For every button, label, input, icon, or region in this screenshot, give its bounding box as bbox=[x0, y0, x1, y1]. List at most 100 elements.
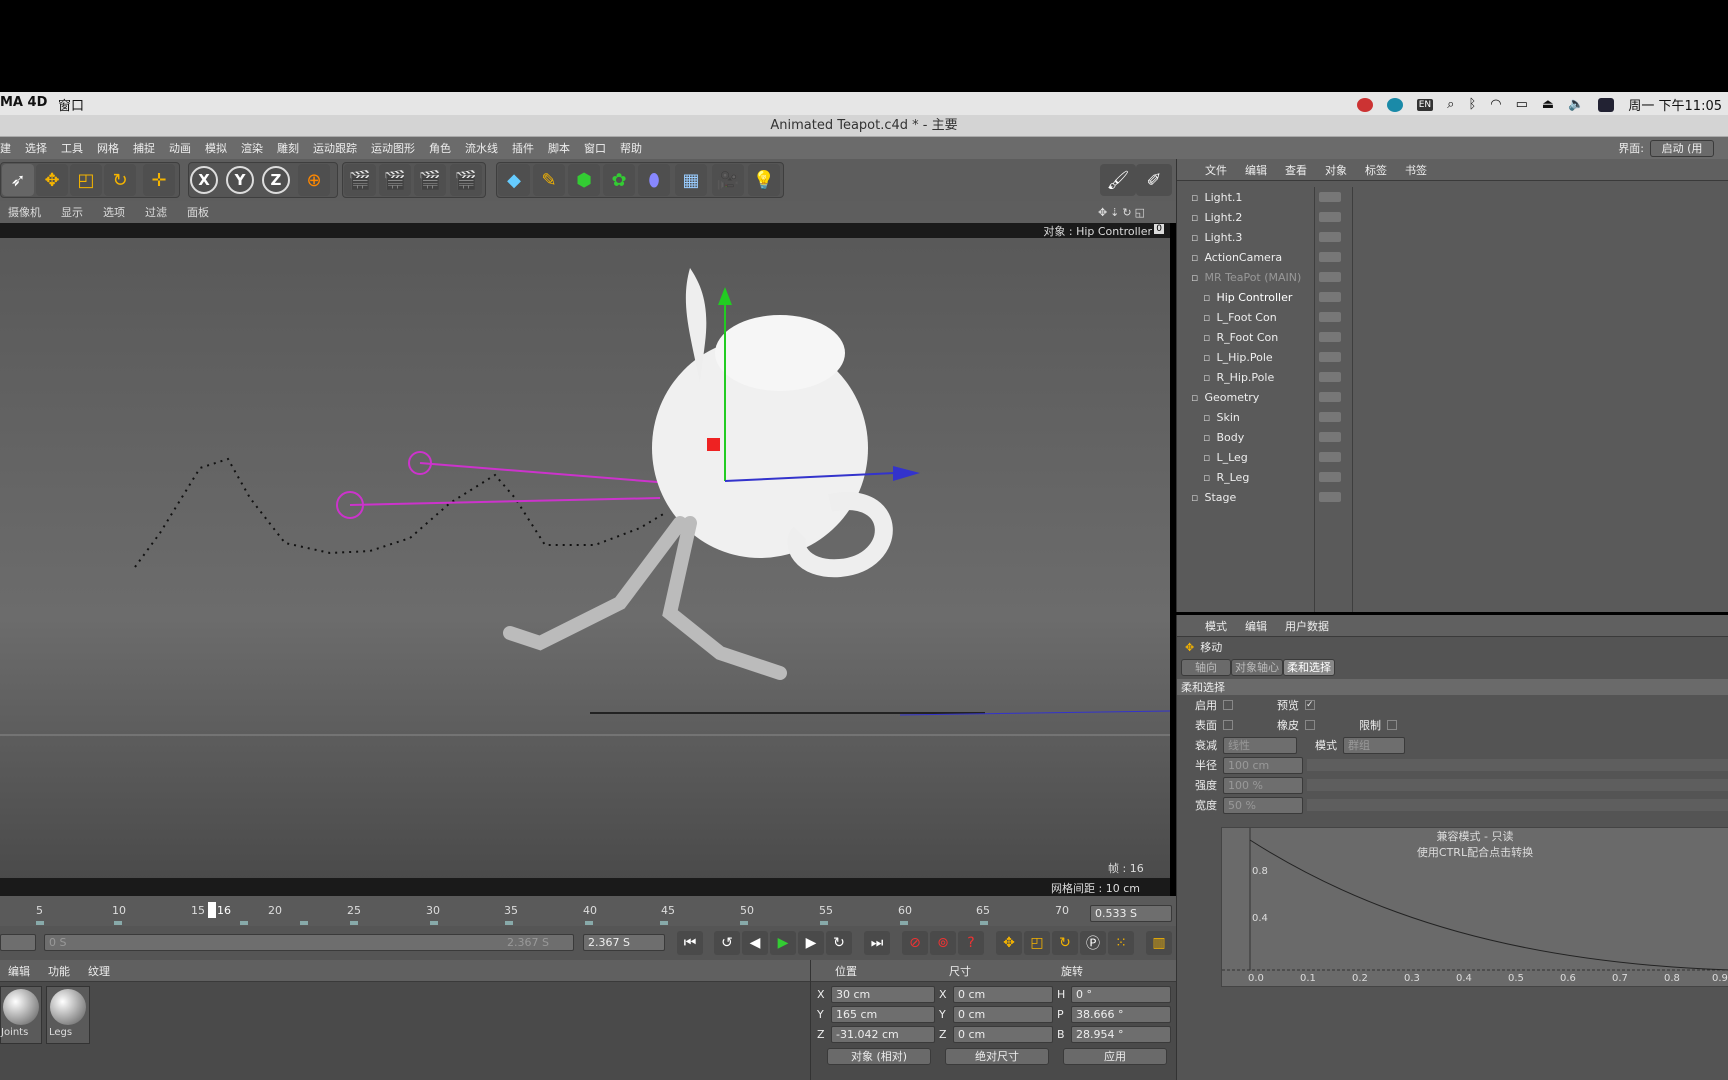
cube-icon[interactable]: ◆ bbox=[498, 164, 530, 196]
width-slider[interactable] bbox=[1307, 799, 1728, 811]
record-icon[interactable] bbox=[1356, 97, 1373, 112]
visibility-dots[interactable] bbox=[1319, 372, 1341, 382]
3d-viewport[interactable] bbox=[0, 223, 1170, 881]
size-x-field[interactable]: 0 cm bbox=[953, 985, 1053, 1003]
cloner-icon[interactable]: ✿ bbox=[603, 164, 635, 196]
bluetooth-icon[interactable]: ᛒ bbox=[1468, 97, 1476, 112]
position-y-field[interactable]: 165 cm bbox=[831, 1005, 935, 1023]
size-y-field[interactable]: 0 cm bbox=[953, 1005, 1053, 1023]
attr-menu-edit[interactable]: 编辑 bbox=[1245, 618, 1267, 634]
end-time-field[interactable]: 2.367 S bbox=[583, 934, 665, 951]
prev-key-icon[interactable]: ↺ bbox=[714, 931, 740, 955]
falloff-graph[interactable]: 兼容模式 - 只读 使用CTRL配合点击转换 0.8 0.4 0.0 0.1 0… bbox=[1221, 827, 1728, 987]
object-row[interactable]: ▫ Skin bbox=[1177, 407, 1728, 427]
om-menu-file[interactable]: 文件 bbox=[1205, 162, 1227, 178]
menu-item[interactable]: 建 bbox=[0, 140, 11, 156]
visibility-dots[interactable] bbox=[1319, 392, 1341, 402]
viewport-menu-camera[interactable]: 摄像机 bbox=[8, 204, 41, 220]
visibility-dots[interactable] bbox=[1319, 492, 1341, 502]
enable-checkbox[interactable] bbox=[1223, 700, 1233, 710]
object-row[interactable]: ▫ L_Hip.Pole bbox=[1177, 347, 1728, 367]
rotate-tool-icon[interactable]: ↻ bbox=[104, 164, 136, 196]
material-menu-texture[interactable]: 纹理 bbox=[88, 963, 110, 979]
object-row[interactable]: ▫ Geometry bbox=[1177, 387, 1728, 407]
menu-item[interactable]: 渲染 bbox=[241, 140, 263, 156]
key-param-icon[interactable]: Ⓟ bbox=[1080, 931, 1106, 955]
keyframe-marker[interactable] bbox=[350, 921, 358, 925]
om-menu-edit[interactable]: 编辑 bbox=[1245, 162, 1267, 178]
visibility-dots[interactable] bbox=[1319, 292, 1341, 302]
record-key-icon[interactable]: ⊘ bbox=[902, 931, 928, 955]
strength-slider[interactable] bbox=[1307, 779, 1728, 791]
keyframe-marker[interactable] bbox=[114, 921, 122, 925]
visibility-dots[interactable] bbox=[1319, 252, 1341, 262]
keyframe-marker[interactable] bbox=[240, 921, 248, 925]
width-field[interactable]: 50 % bbox=[1223, 796, 1303, 814]
keyframe-marker[interactable] bbox=[505, 921, 513, 925]
rotation-b-field[interactable]: 28.954 ° bbox=[1071, 1025, 1171, 1043]
material-menu-edit[interactable]: 编辑 bbox=[8, 963, 30, 979]
keyframe-marker[interactable] bbox=[430, 921, 438, 925]
prev-frame-icon[interactable]: ◀ bbox=[742, 931, 768, 955]
object-row[interactable]: ▫ ActionCamera bbox=[1177, 247, 1728, 267]
object-row[interactable]: ▫ Hip Controller bbox=[1177, 287, 1728, 307]
playhead[interactable] bbox=[208, 902, 216, 918]
deformer-icon[interactable]: ⬮ bbox=[638, 164, 670, 196]
next-key-icon[interactable]: ↻ bbox=[826, 931, 852, 955]
menu-item[interactable]: 角色 bbox=[429, 140, 451, 156]
visibility-dots[interactable] bbox=[1319, 472, 1341, 482]
current-time-field[interactable]: 0.533 S bbox=[1090, 905, 1172, 922]
clock[interactable]: 周一 下午11:05 bbox=[1628, 95, 1722, 114]
z-axis-lock-icon[interactable]: Z bbox=[262, 166, 290, 194]
attr-menu-userdata[interactable]: 用户数据 bbox=[1285, 618, 1329, 634]
goto-start-icon[interactable]: ⏮ bbox=[677, 931, 703, 955]
volume-icon[interactable]: 🔈 bbox=[1568, 97, 1584, 112]
keyframe-marker[interactable] bbox=[36, 921, 44, 925]
airplay-icon[interactable]: ▭ bbox=[1516, 97, 1528, 112]
coord-mode-dropdown[interactable]: 对象 (相对) bbox=[827, 1047, 931, 1065]
keyframe-marker[interactable] bbox=[900, 921, 908, 925]
wifi-icon[interactable]: ◠ bbox=[1490, 97, 1501, 112]
goto-end-icon[interactable]: ⏭ bbox=[864, 931, 890, 955]
next-frame-icon[interactable]: ▶ bbox=[798, 931, 824, 955]
keyframe-marker[interactable] bbox=[660, 921, 668, 925]
falloff-dropdown[interactable]: 线性 bbox=[1223, 736, 1297, 754]
window-menu[interactable]: 窗口 bbox=[58, 95, 84, 114]
object-row[interactable]: ▫ L_Leg bbox=[1177, 447, 1728, 467]
attr-menu-mode[interactable]: 模式 bbox=[1205, 618, 1227, 634]
menu-item[interactable]: 模拟 bbox=[205, 140, 227, 156]
visibility-dots[interactable] bbox=[1319, 192, 1341, 202]
world-coord-icon[interactable]: ⊕ bbox=[298, 164, 330, 196]
subdivision-icon[interactable]: ⬢ bbox=[568, 164, 600, 196]
tab-soft-selection[interactable]: 柔和选择 bbox=[1283, 658, 1335, 676]
visibility-dots[interactable] bbox=[1319, 432, 1341, 442]
viewport-menu-options[interactable]: 选项 bbox=[103, 204, 125, 220]
menu-item[interactable]: 帮助 bbox=[620, 140, 642, 156]
menu-item[interactable]: 动画 bbox=[169, 140, 191, 156]
render-picture-viewer-icon[interactable]: 🎬 bbox=[414, 164, 446, 196]
radius-slider[interactable] bbox=[1307, 759, 1728, 771]
key-position-icon[interactable]: ✥ bbox=[996, 931, 1022, 955]
menu-item[interactable]: 选择 bbox=[25, 140, 47, 156]
visibility-dots[interactable] bbox=[1319, 212, 1341, 222]
visibility-dots[interactable] bbox=[1319, 232, 1341, 242]
viewport-menu-filter[interactable]: 过滤 bbox=[145, 204, 167, 220]
floor-icon[interactable]: ▦ bbox=[675, 164, 707, 196]
keyframe-marker[interactable] bbox=[980, 921, 988, 925]
render-settings-icon[interactable]: 🎬 bbox=[450, 164, 482, 196]
keyframe-marker[interactable] bbox=[585, 921, 593, 925]
position-z-field[interactable]: -31.042 cm bbox=[831, 1025, 935, 1043]
du-icon[interactable] bbox=[1598, 97, 1615, 112]
camera-icon[interactable]: 🎥 bbox=[712, 164, 744, 196]
object-row[interactable]: ▫ Light.2 bbox=[1177, 207, 1728, 227]
object-row[interactable]: ▫ Stage bbox=[1177, 487, 1728, 507]
om-menu-tags[interactable]: 标签 bbox=[1365, 162, 1387, 178]
pen-icon[interactable]: ✎ bbox=[533, 164, 565, 196]
tab-object-axis[interactable]: 对象轴心 bbox=[1231, 658, 1283, 676]
object-row[interactable]: ▫ R_Foot Con bbox=[1177, 327, 1728, 347]
object-row[interactable]: ▫ Body bbox=[1177, 427, 1728, 447]
menu-item[interactable]: 运动跟踪 bbox=[313, 140, 357, 156]
rotation-p-field[interactable]: 38.666 ° bbox=[1071, 1005, 1171, 1023]
surface-checkbox[interactable] bbox=[1223, 720, 1233, 730]
keyframe-selection-icon[interactable]: ? bbox=[958, 931, 984, 955]
